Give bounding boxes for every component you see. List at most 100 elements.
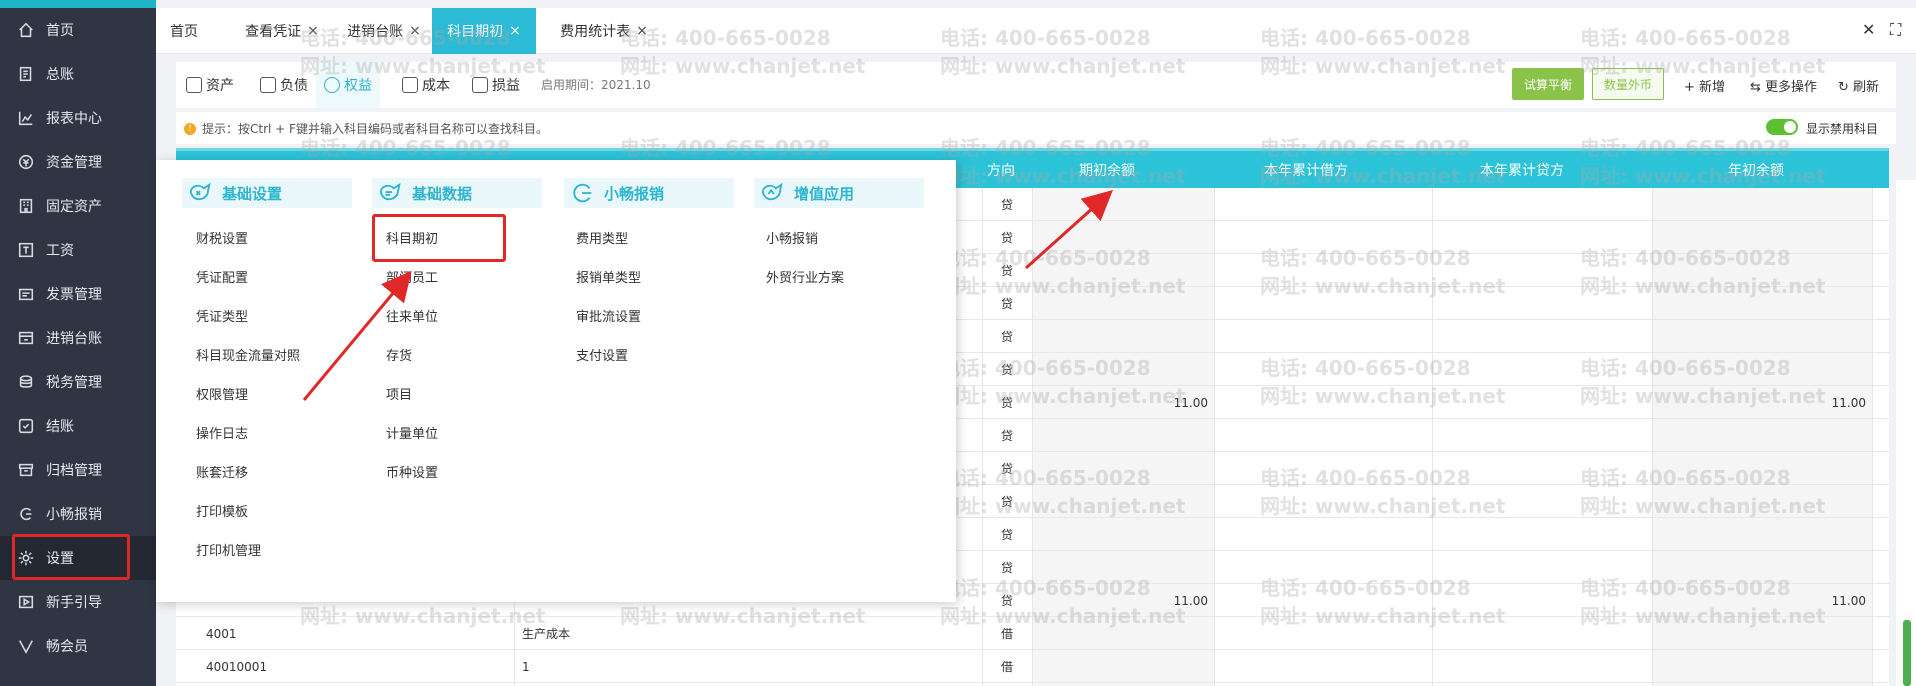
header-year-debit: 本年累计借方 xyxy=(1264,162,1348,179)
menu-item[interactable]: 操作日志 xyxy=(196,423,248,442)
sidebar-item-home[interactable]: 首页 xyxy=(0,8,156,52)
menu-item[interactable]: 项目 xyxy=(386,384,412,403)
sidebar-item-funds[interactable]: 资金管理 xyxy=(0,140,156,184)
tab-bar: 首页 查看凭证 × 进销台账 × 科目期初 × 费用统计表 × ✕ ⛶ xyxy=(156,8,1916,54)
sub-toolbar: 资产 负债 权益 成本 损益 启用期间：2021.10 试算平衡 数量外币 + … xyxy=(176,62,1896,108)
menu-item[interactable]: 支付设置 xyxy=(576,345,628,364)
cell-opening-balance xyxy=(1032,320,1208,353)
cell-opening-balance xyxy=(1032,188,1208,221)
basic-settings-icon xyxy=(186,180,216,206)
tab-inventory[interactable]: 进销台账 × xyxy=(342,8,426,54)
sidebar-item-tax[interactable]: 税务管理 xyxy=(0,360,156,404)
subtab-liabilities[interactable]: 负债 xyxy=(260,62,316,108)
close-icon[interactable]: × xyxy=(636,23,648,39)
sidebar-item-invoice[interactable]: 发票管理 xyxy=(0,272,156,316)
cell-year-start-balance xyxy=(1652,254,1866,287)
subtab-equity[interactable]: 权益 xyxy=(316,62,380,108)
subtab-label: 资产 xyxy=(206,78,234,94)
tab-label: 进销台账 xyxy=(347,24,404,40)
tab-label: 费用统计表 xyxy=(560,24,631,40)
col-divider xyxy=(1652,188,1653,686)
menu-item[interactable]: 费用类型 xyxy=(576,228,628,247)
sidebar-item-inventory[interactable]: 进销台账 xyxy=(0,316,156,360)
cell-year-start-balance xyxy=(1652,353,1866,386)
quantity-fx-button[interactable]: 数量外币 xyxy=(1592,68,1664,100)
menu-item[interactable]: 账套迁移 xyxy=(196,462,248,481)
show-disabled-toggle[interactable] xyxy=(1766,119,1798,135)
guide-icon xyxy=(16,592,36,612)
sidebar-item-salary[interactable]: 工资 xyxy=(0,228,156,272)
menu-item[interactable]: 存货 xyxy=(386,345,412,364)
menu-item[interactable]: 小畅报销 xyxy=(766,228,818,247)
tab-expense-stats[interactable]: 费用统计表 × xyxy=(554,8,654,54)
cell-direction: 贷 xyxy=(1000,594,1013,608)
cell-name: 生产成本 xyxy=(522,627,571,641)
menu-item[interactable]: 打印机管理 xyxy=(196,540,261,559)
salary-icon xyxy=(16,240,36,260)
sidebar-top-strip xyxy=(0,0,156,8)
period-text: 启用期间：2021.10 xyxy=(541,78,651,92)
subtab-profit-loss[interactable]: 损益 xyxy=(472,62,528,108)
cell-opening-balance xyxy=(1032,287,1208,320)
header-opening-balance: 期初余额 xyxy=(1079,162,1135,179)
menu-item[interactable]: 权限管理 xyxy=(196,384,248,403)
column-header-reimburse: 小畅报销 xyxy=(564,178,734,208)
more-actions-button[interactable]: ⇆ 更多操作 xyxy=(1750,76,1817,95)
scrollbar-track[interactable] xyxy=(1896,180,1916,686)
menu-item[interactable]: 审批流设置 xyxy=(576,306,641,325)
sidebar-item-fixed-assets[interactable]: 固定资产 xyxy=(0,184,156,228)
menu-item[interactable]: 外贸行业方案 xyxy=(766,267,844,286)
sidebar-item-ledger[interactable]: 总账 xyxy=(0,52,156,96)
col-divider xyxy=(1214,188,1215,686)
cell-direction: 贷 xyxy=(1000,297,1013,311)
menu-item[interactable]: 计量单位 xyxy=(386,423,438,442)
sidebar-item-reimburse[interactable]: 小畅报销 xyxy=(0,492,156,536)
sidebar-item-archive[interactable]: 归档管理 xyxy=(0,448,156,492)
subtab-cost[interactable]: 成本 xyxy=(402,62,458,108)
fullscreen-icon[interactable]: ⛶ xyxy=(1890,20,1901,40)
sidebar-item-guide[interactable]: 新手引导 xyxy=(0,580,156,624)
cell-opening-balance: 11.00 xyxy=(1173,593,1208,608)
close-icon[interactable]: × xyxy=(307,23,319,39)
sidebar-item-label: 新手引导 xyxy=(46,595,102,611)
close-icon[interactable]: × xyxy=(509,23,521,39)
menu-item[interactable]: 科目现金流量对照 xyxy=(196,345,300,364)
close-icon[interactable]: × xyxy=(409,23,421,39)
menu-item[interactable]: 打印模板 xyxy=(196,501,248,520)
menu-item[interactable]: 部门员工 xyxy=(386,267,438,286)
add-button[interactable]: + 新增 xyxy=(1684,76,1725,95)
value-added-icon xyxy=(758,180,788,206)
cell-opening-balance xyxy=(1032,650,1208,683)
sidebar-item-label: 工资 xyxy=(46,243,74,259)
close-all-icon[interactable]: ✕ xyxy=(1862,20,1875,39)
tab-home[interactable]: 首页 xyxy=(156,8,212,54)
trial-balance-button[interactable]: 试算平衡 xyxy=(1512,68,1584,100)
sidebar-item-checkout[interactable]: 结账 xyxy=(0,404,156,448)
refresh-button[interactable]: ↻ 刷新 xyxy=(1838,76,1879,95)
menu-item[interactable]: 财税设置 xyxy=(196,228,248,247)
sidebar-item-label: 资金管理 xyxy=(46,155,102,171)
tab-view-voucher[interactable]: 查看凭证 × xyxy=(240,8,324,54)
cell-direction: 贷 xyxy=(1000,528,1013,542)
column-title: 基础设置 xyxy=(222,184,283,203)
tab-account-opening[interactable]: 科目期初 × xyxy=(432,8,536,54)
cell-opening-balance xyxy=(1032,419,1208,452)
vertical-scrollbar[interactable] xyxy=(1903,620,1911,686)
header-direction: 方向 xyxy=(987,162,1015,179)
cell-year-start-balance xyxy=(1652,485,1866,518)
col-divider xyxy=(982,188,983,686)
subtab-assets[interactable]: 资产 xyxy=(186,62,242,108)
money-icon xyxy=(16,152,36,172)
menu-item[interactable]: 凭证类型 xyxy=(196,306,248,325)
menu-item[interactable]: 凭证配置 xyxy=(196,267,248,286)
sidebar-item-reports[interactable]: 报表中心 xyxy=(0,96,156,140)
header-year-credit: 本年累计贷方 xyxy=(1480,162,1564,179)
cell-direction: 贷 xyxy=(1000,264,1013,278)
warning-icon: ! xyxy=(184,122,196,135)
sidebar-item-vip[interactable]: 畅会员 xyxy=(0,624,156,668)
menu-item[interactable]: 报销单类型 xyxy=(576,267,641,286)
menu-item[interactable]: 币种设置 xyxy=(386,462,438,481)
sidebar-item-label: 发票管理 xyxy=(46,287,102,303)
column-header-basic-data: 基础数据 xyxy=(372,178,542,208)
menu-item[interactable]: 往来单位 xyxy=(386,306,438,325)
